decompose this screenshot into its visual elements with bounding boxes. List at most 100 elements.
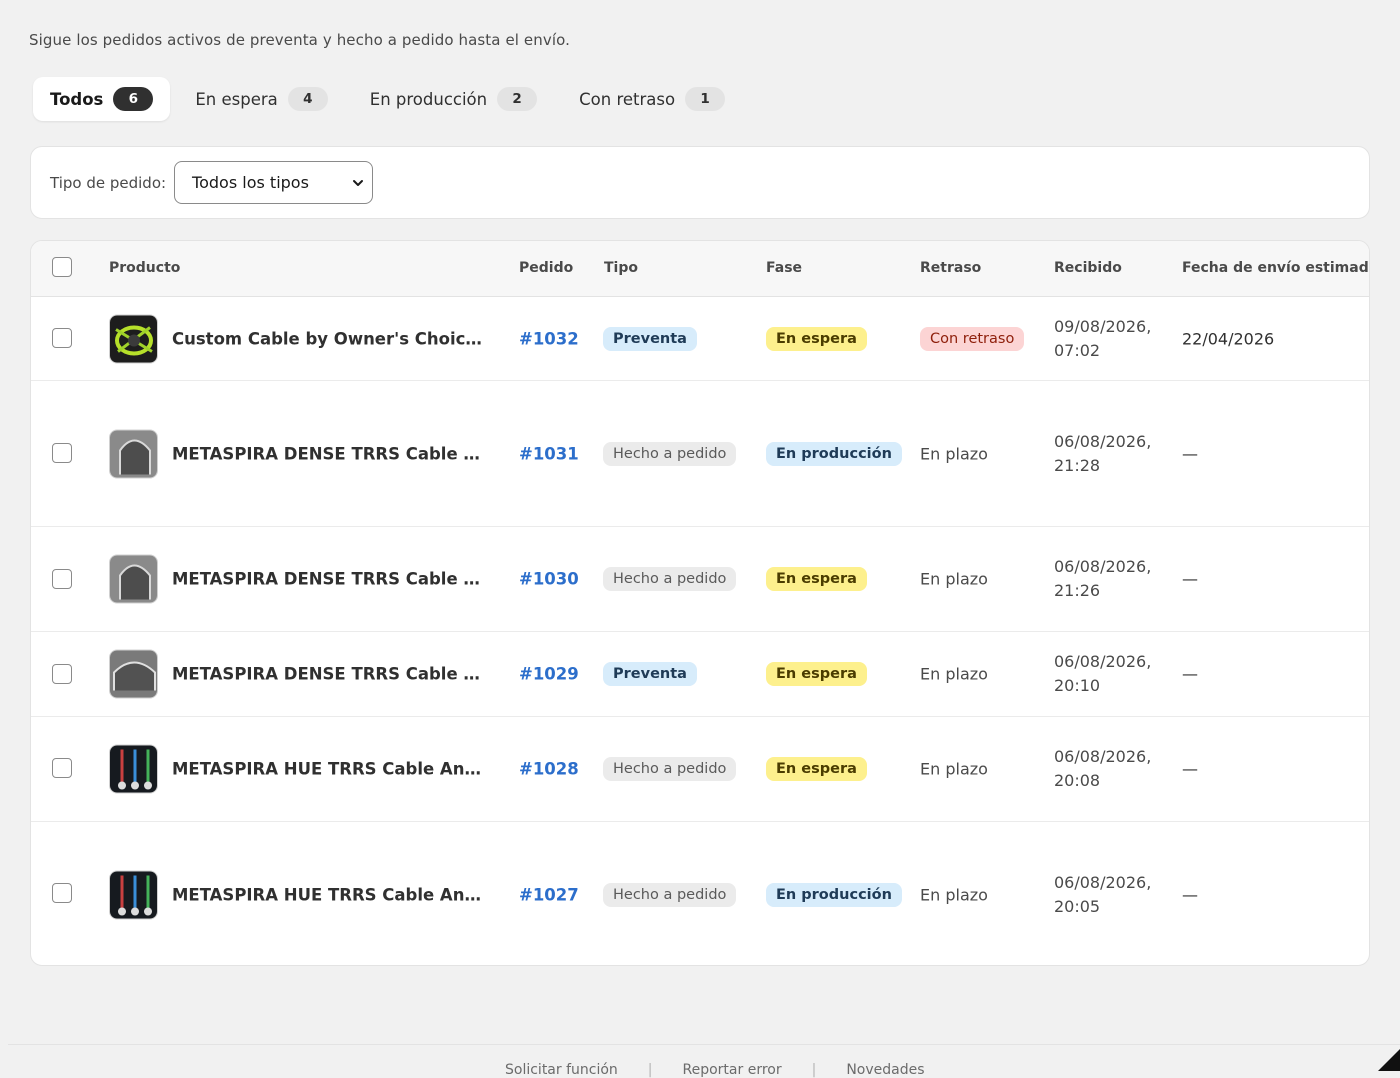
received-date: 06/08/2026, 21:28 xyxy=(1054,431,1152,475)
delay-text: En plazo xyxy=(920,759,988,779)
order-link[interactable]: #1027 xyxy=(519,885,579,904)
product-name[interactable]: METASPIRA HUE TRRS Cable Angle xyxy=(172,885,490,904)
received-date: 09/08/2026, 07:02 xyxy=(1054,316,1152,360)
product-name[interactable]: METASPIRA HUE TRRS Cable Angle xyxy=(172,760,490,779)
order-link[interactable]: #1028 xyxy=(519,760,579,779)
ship-date: — xyxy=(1182,444,1198,463)
product-name[interactable]: METASPIRA DENSE TRRS Cable Angle xyxy=(172,570,490,589)
tab-en-produccion[interactable]: En producción 2 xyxy=(353,77,554,121)
order-link[interactable]: #1029 xyxy=(519,665,579,684)
table-row[interactable]: METASPIRA DENSE TRRS Cable Stra... #1029… xyxy=(31,632,1369,717)
tab-count-badge: 6 xyxy=(113,87,154,111)
type-badge: Hecho a pedido xyxy=(603,441,737,466)
phase-cell: En espera xyxy=(766,757,867,781)
footer-link-whats-new[interactable]: Novedades xyxy=(846,1062,924,1078)
tab-todos[interactable]: Todos 6 xyxy=(33,77,171,121)
select-all-checkbox[interactable] xyxy=(52,257,72,277)
phase-badge: En producción xyxy=(766,441,902,466)
footer-link-feature-request[interactable]: Solicitar función xyxy=(505,1062,618,1078)
type-cell: Hecho a pedido xyxy=(603,882,737,907)
orders-table: Producto Pedido Tipo Fase Retraso Recibi… xyxy=(30,240,1370,966)
order-type-select-value: Todos los tipos xyxy=(192,173,309,192)
footer-divider xyxy=(8,1044,1400,1045)
column-header-order: Pedido xyxy=(519,260,574,276)
tab-label: En producción xyxy=(369,89,488,109)
row-checkbox[interactable] xyxy=(52,328,72,348)
type-cell: Preventa xyxy=(603,326,697,351)
product-thumbnail xyxy=(109,870,158,919)
type-badge: Preventa xyxy=(603,662,697,686)
received-date: 06/08/2026, 20:08 xyxy=(1054,747,1152,790)
tab-label: En espera xyxy=(195,89,278,109)
product-thumbnail xyxy=(109,554,158,604)
ship-date: — xyxy=(1182,759,1198,779)
column-header-ship-date: Fecha de envío estimada xyxy=(1182,260,1370,276)
row-checkbox[interactable] xyxy=(52,664,72,684)
table-header: Producto Pedido Tipo Fase Retraso Recibi… xyxy=(31,241,1369,297)
column-header-received: Recibido xyxy=(1054,260,1122,276)
order-type-select[interactable]: Todos los tipos xyxy=(174,161,374,204)
delay-text: En plazo xyxy=(920,569,988,589)
page-subtitle: Sigue los pedidos activos de preventa y … xyxy=(29,31,570,49)
column-header-type: Tipo xyxy=(604,260,638,276)
row-checkbox[interactable] xyxy=(52,443,72,463)
type-cell: Hecho a pedido xyxy=(603,441,737,466)
footer-link-report-bug[interactable]: Reportar error xyxy=(683,1062,782,1078)
row-checkbox[interactable] xyxy=(52,758,72,778)
product-thumbnail xyxy=(109,429,158,478)
status-tabs: Todos 6 En espera 4 En producción 2 Con … xyxy=(33,77,742,121)
phase-badge: En espera xyxy=(766,662,867,686)
type-badge: Preventa xyxy=(603,326,697,351)
row-checkbox[interactable] xyxy=(52,569,72,589)
product-thumbnail xyxy=(109,744,158,794)
filter-card: Tipo de pedido: Todos los tipos xyxy=(30,146,1370,219)
order-link[interactable]: #1032 xyxy=(519,329,579,348)
phase-cell: En producción xyxy=(766,441,902,466)
delay-text: En plazo xyxy=(920,444,988,463)
table-row[interactable]: METASPIRA HUE TRRS Cable Angle #1028 Hec… xyxy=(31,717,1369,822)
footer-links: Solicitar función | Reportar error | Nov… xyxy=(505,1062,925,1078)
tab-con-retraso[interactable]: Con retraso 1 xyxy=(562,77,742,121)
column-header-product: Producto xyxy=(109,260,181,276)
table-row[interactable]: METASPIRA DENSE TRRS Cable Angle #1030 H… xyxy=(31,527,1369,632)
delay-cell: Con retraso xyxy=(920,326,1025,351)
row-checkbox[interactable] xyxy=(52,883,72,903)
tab-en-espera[interactable]: En espera 4 xyxy=(178,77,344,121)
product-thumbnail xyxy=(109,314,158,363)
delay-badge: Con retraso xyxy=(920,326,1025,351)
product-thumbnail xyxy=(109,649,158,699)
phase-cell: En espera xyxy=(766,326,867,351)
phase-badge: En espera xyxy=(766,567,867,591)
tab-count-badge: 4 xyxy=(287,87,328,111)
order-type-label: Tipo de pedido: xyxy=(50,173,167,192)
tab-label: Con retraso xyxy=(579,89,676,109)
received-date: 06/08/2026, 21:26 xyxy=(1054,557,1152,600)
phase-cell: En espera xyxy=(766,567,867,591)
product-name[interactable]: METASPIRA DENSE TRRS Cable Angle xyxy=(172,444,490,463)
ship-date: — xyxy=(1182,569,1198,589)
phase-badge: En espera xyxy=(766,757,867,781)
received-date: 06/08/2026, 20:10 xyxy=(1054,652,1152,695)
table-row[interactable]: METASPIRA DENSE TRRS Cable Angle #1031 H… xyxy=(31,381,1369,527)
product-name[interactable]: METASPIRA DENSE TRRS Cable Stra... xyxy=(172,665,490,684)
corner-decoration xyxy=(1378,1049,1400,1071)
order-link[interactable]: #1030 xyxy=(519,570,579,589)
order-link[interactable]: #1031 xyxy=(519,444,579,463)
delay-text: En plazo xyxy=(920,664,988,684)
product-name[interactable]: Custom Cable by Owner's Choice No.1 xyxy=(172,329,490,348)
ship-date: 22/04/2026 xyxy=(1182,329,1275,348)
phase-badge: En espera xyxy=(766,326,867,351)
footer-separator: | xyxy=(647,1062,653,1078)
table-row[interactable]: Custom Cable by Owner's Choice No.1 #103… xyxy=(31,297,1369,381)
delay-text: En plazo xyxy=(920,885,988,904)
tab-count-badge: 1 xyxy=(685,87,726,111)
ship-date: — xyxy=(1182,664,1198,684)
received-date: 06/08/2026, 20:05 xyxy=(1054,872,1152,916)
table-row[interactable]: METASPIRA HUE TRRS Cable Angle #1027 Hec… xyxy=(31,822,1369,965)
type-badge: Hecho a pedido xyxy=(603,882,737,907)
type-cell: Hecho a pedido xyxy=(603,757,737,781)
type-badge: Hecho a pedido xyxy=(603,757,737,781)
ship-date: — xyxy=(1182,885,1198,904)
phase-cell: En espera xyxy=(766,662,867,686)
type-cell: Preventa xyxy=(603,662,697,686)
